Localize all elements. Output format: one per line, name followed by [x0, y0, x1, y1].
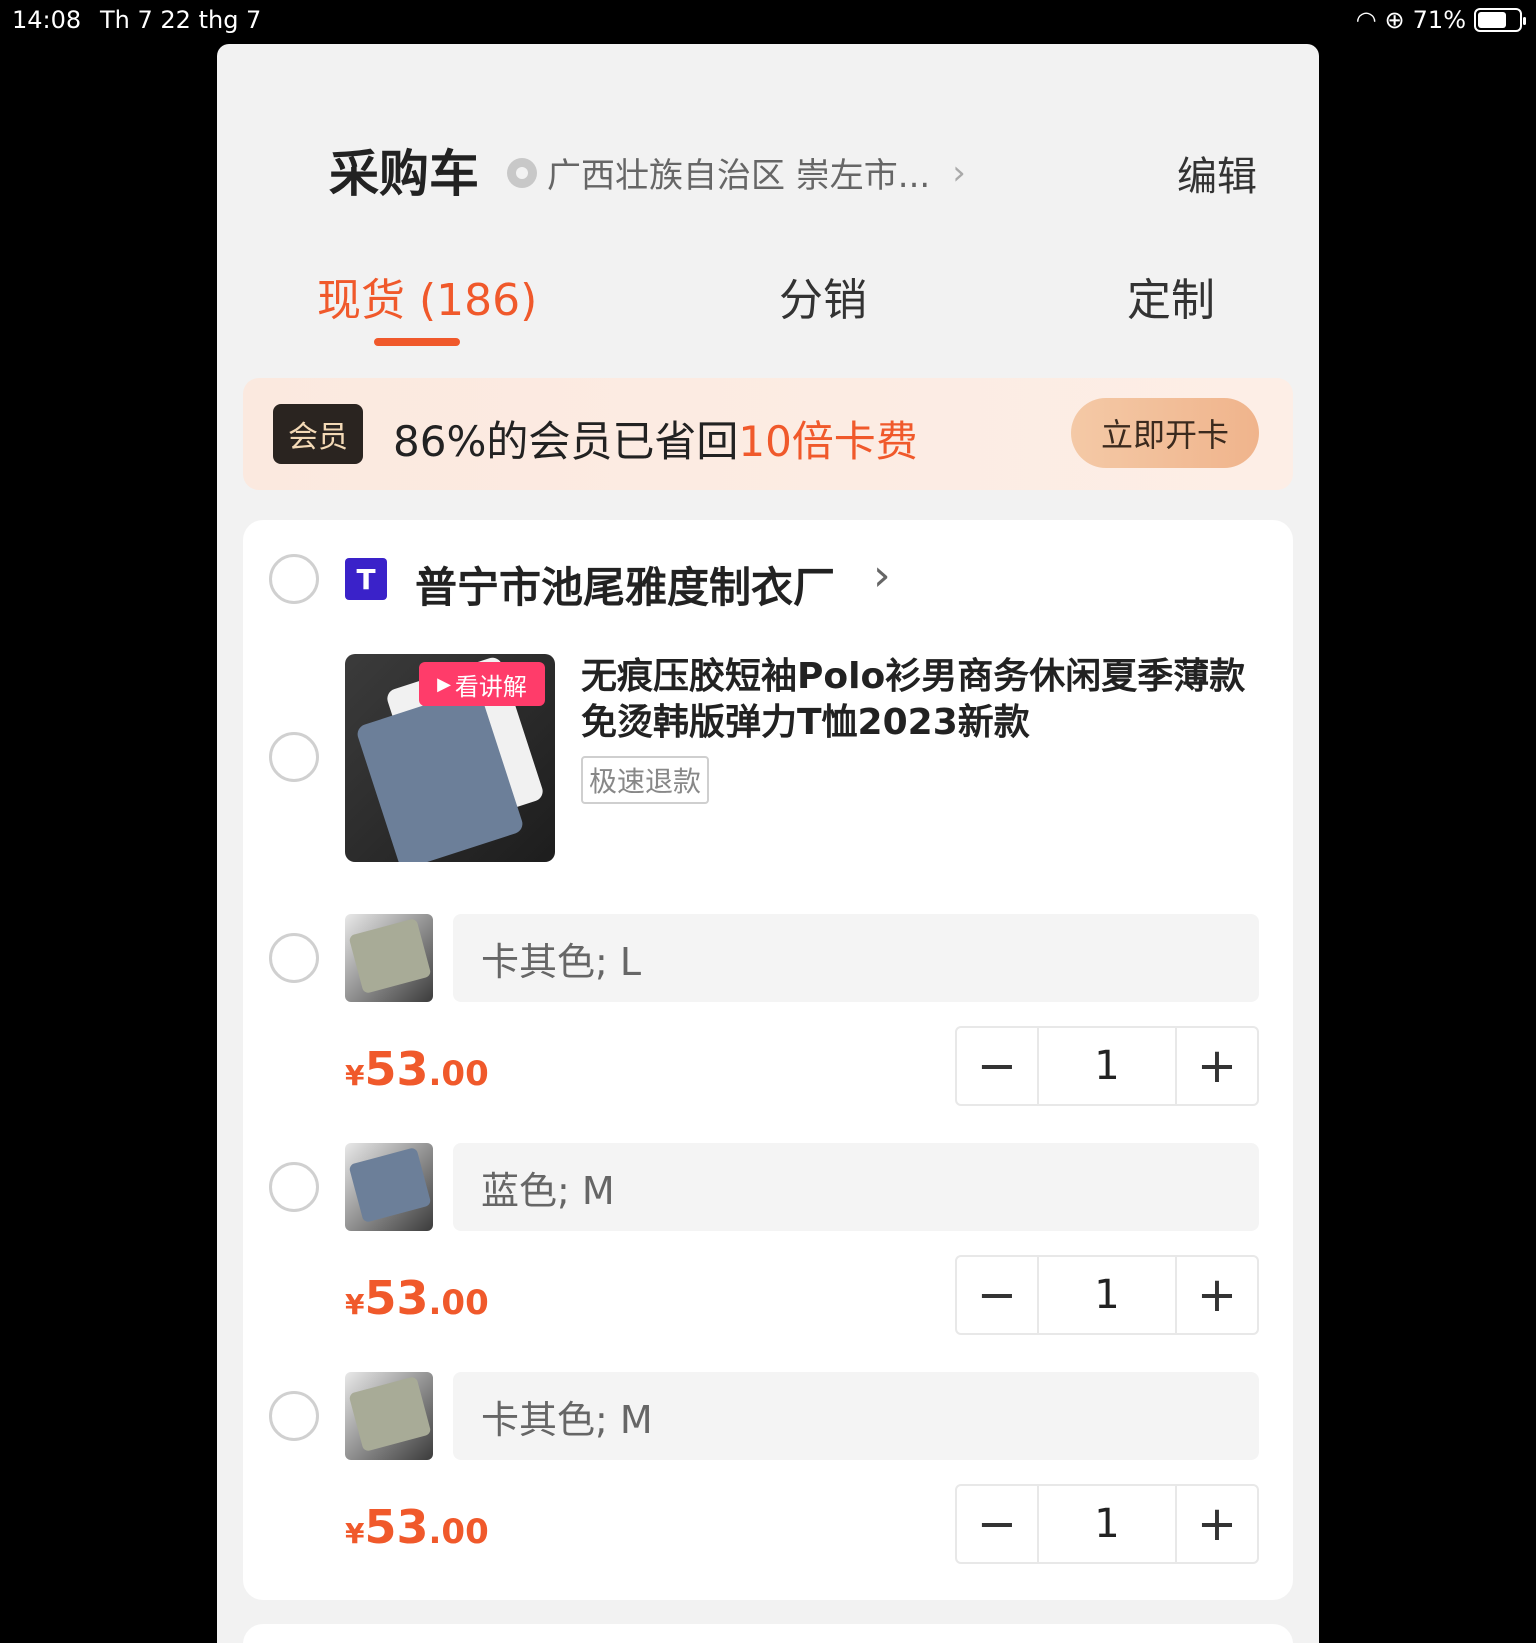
product-select-radio[interactable]	[269, 732, 319, 782]
price-integer: 53	[364, 1271, 429, 1325]
plus-button[interactable]: +	[1177, 1257, 1257, 1333]
active-tab-indicator	[374, 338, 460, 346]
watch-explanation-tag[interactable]: ▶ 看讲解	[419, 662, 545, 706]
shop-card: T 普宁市池尾雅度制衣厂 › ▶ 看讲解 无痕压胶短袖Polo衫男商务休闲夏季薄款…	[243, 520, 1293, 1600]
price-decimal: .00	[428, 1283, 489, 1323]
edit-button[interactable]: 编辑	[1177, 144, 1257, 202]
battery-fill	[1478, 12, 1506, 28]
watch-tag-label: 看讲解	[454, 672, 527, 701]
price-integer: 53	[364, 1042, 429, 1096]
product-item: ▶ 看讲解 无痕压胶短袖Polo衫男商务休闲夏季薄款免烫韩版弹力T恤2023新款 …	[243, 654, 1293, 864]
tab-in-stock[interactable]: 现货 (186)	[317, 264, 537, 328]
variant-price: ¥53.00	[345, 1042, 489, 1096]
battery-icon	[1474, 8, 1526, 32]
variant-price: ¥53.00	[345, 1500, 489, 1554]
rotation-lock-icon: ⊕	[1384, 6, 1405, 34]
shop-header: T 普宁市池尾雅度制衣厂 ›	[243, 550, 1293, 612]
price-integer: 53	[364, 1500, 429, 1554]
variant-row: 卡其色; M ¥53.00 − 1 +	[243, 1372, 1293, 1572]
tab-bar: 现货 (186) 分销 定制	[217, 264, 1319, 384]
minus-button[interactable]: −	[957, 1486, 1037, 1562]
shop-name[interactable]: 普宁市池尾雅度制衣厂	[415, 554, 835, 615]
tab-custom[interactable]: 定制	[1127, 264, 1215, 328]
fast-refund-tag: 极速退款	[581, 756, 710, 804]
quantity-input[interactable]: 1	[1037, 1028, 1177, 1104]
header: 采购车 广西壮族自治区 崇左市... › 编辑	[217, 134, 1319, 214]
location-pin-icon	[507, 157, 537, 188]
quantity-input[interactable]: 1	[1037, 1486, 1177, 1562]
banner-text: 86%的会员已省回10倍卡费	[393, 408, 918, 469]
location-text: 广西壮族自治区 崇左市...	[547, 156, 931, 196]
play-icon: ▶	[437, 673, 451, 695]
variant-image[interactable]	[345, 914, 433, 1002]
status-right: ◠ ⊕ 71%	[1355, 6, 1526, 34]
variant-spec[interactable]: 蓝色; M	[453, 1143, 1259, 1231]
banner-text-prefix: 86%的会员已省回	[393, 417, 739, 466]
price-currency: ¥	[345, 1517, 365, 1550]
price-decimal: .00	[428, 1054, 489, 1094]
variant-image[interactable]	[345, 1372, 433, 1460]
status-time: 14:08	[12, 6, 82, 34]
open-card-button[interactable]: 立即开卡	[1071, 398, 1259, 468]
quantity-input[interactable]: 1	[1037, 1257, 1177, 1333]
variant-price: ¥53.00	[345, 1271, 489, 1325]
shop-select-radio[interactable]	[269, 554, 319, 604]
chevron-right-icon[interactable]: ›	[873, 550, 891, 601]
shop-badge-icon: T	[345, 558, 387, 600]
quantity-stepper: − 1 +	[955, 1026, 1259, 1106]
variant-row: 蓝色; M ¥53.00 − 1 +	[243, 1143, 1293, 1343]
status-bar: 14:08 Th 7 22 thg 7 ◠ ⊕ 71%	[0, 0, 1536, 42]
variant-select-radio[interactable]	[269, 1391, 319, 1441]
variant-swatch	[348, 917, 432, 995]
variant-swatch	[348, 1146, 432, 1224]
product-image[interactable]: ▶ 看讲解	[345, 654, 555, 862]
product-title[interactable]: 无痕压胶短袖Polo衫男商务休闲夏季薄款免烫韩版弹力T恤2023新款	[581, 654, 1261, 746]
page-title: 采购车	[329, 145, 479, 203]
price-currency: ¥	[345, 1059, 365, 1092]
chevron-right-icon: ›	[952, 152, 966, 193]
variant-row: 卡其色; L ¥53.00 − 1 +	[243, 914, 1293, 1114]
next-shop-card	[243, 1624, 1293, 1643]
price-currency: ¥	[345, 1288, 365, 1321]
variant-spec[interactable]: 卡其色; M	[453, 1372, 1259, 1460]
member-badge: 会员	[273, 404, 363, 464]
plus-button[interactable]: +	[1177, 1486, 1257, 1562]
quantity-stepper: − 1 +	[955, 1255, 1259, 1335]
minus-button[interactable]: −	[957, 1028, 1037, 1104]
quantity-stepper: − 1 +	[955, 1484, 1259, 1564]
variant-spec[interactable]: 卡其色; L	[453, 914, 1259, 1002]
wifi-icon: ◠	[1355, 6, 1377, 34]
variant-select-radio[interactable]	[269, 1162, 319, 1212]
plus-button[interactable]: +	[1177, 1028, 1257, 1104]
tab-distribution[interactable]: 分销	[779, 264, 867, 328]
status-date: Th 7 22 thg 7	[100, 6, 262, 34]
membership-banner[interactable]: 会员 86%的会员已省回10倍卡费 立即开卡	[243, 378, 1293, 490]
variant-swatch	[348, 1375, 432, 1453]
minus-button[interactable]: −	[957, 1257, 1037, 1333]
variant-select-radio[interactable]	[269, 933, 319, 983]
banner-text-highlight: 10倍卡费	[738, 417, 918, 466]
location-selector[interactable]: 广西壮族自治区 崇左市... ›	[507, 148, 966, 197]
price-decimal: .00	[428, 1512, 489, 1552]
app-window: 采购车 广西壮族自治区 崇左市... › 编辑 现货 (186) 分销 定制 会…	[217, 44, 1319, 1643]
battery-percent: 71%	[1412, 6, 1466, 34]
variant-image[interactable]	[345, 1143, 433, 1231]
